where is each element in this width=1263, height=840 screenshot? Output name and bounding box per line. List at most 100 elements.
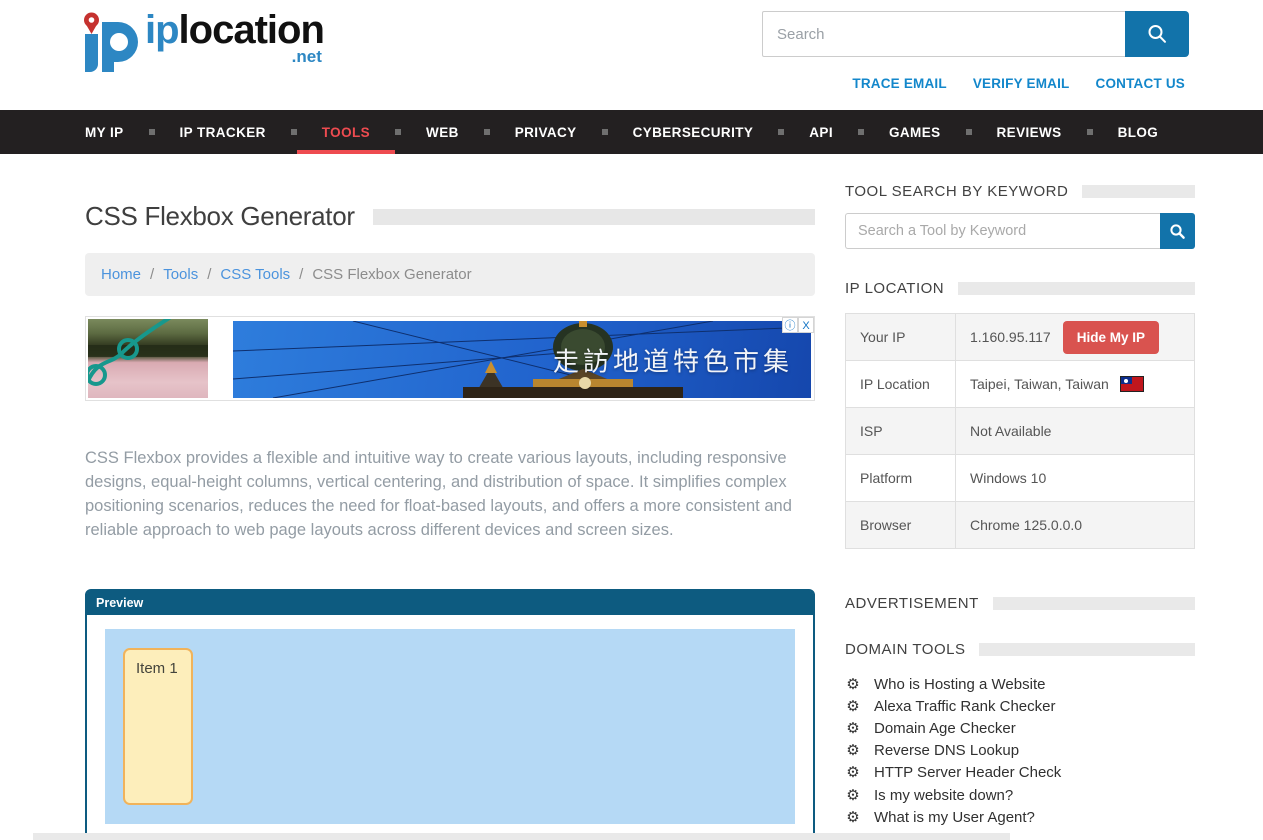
header-search-button[interactable] <box>1125 11 1189 57</box>
nav-item-privacy[interactable]: PRIVACY <box>490 110 602 154</box>
contact-us-link[interactable]: CONTACT US <box>1096 76 1186 91</box>
gear-icon: ⚙ <box>845 810 861 825</box>
main-content: CSS Flexbox Generator Home / Tools / CSS… <box>85 155 815 839</box>
header-search-input[interactable] <box>762 11 1125 57</box>
taiwan-flag-icon <box>1121 377 1143 391</box>
heading-decoration-bar <box>958 282 1195 295</box>
table-row: Platform Windows 10 <box>846 455 1195 502</box>
ad-headline: 走訪地道特色市集 <box>553 341 793 378</box>
table-row: Your IP 1.160.95.117 Hide My IP <box>846 314 1195 361</box>
gear-icon: ⚙ <box>845 677 861 692</box>
gear-icon: ⚙ <box>845 721 861 736</box>
trace-email-link[interactable]: TRACE EMAIL <box>852 76 946 91</box>
gear-icon: ⚙ <box>845 788 861 803</box>
page-title: CSS Flexbox Generator <box>85 201 355 232</box>
domain-tools-heading: DOMAIN TOOLS <box>845 641 1195 658</box>
tool-search-button[interactable] <box>1160 213 1195 249</box>
heading-decoration-bar <box>993 597 1195 610</box>
nav-item-reviews[interactable]: REVIEWS <box>972 110 1087 154</box>
your-ip-value: 1.160.95.117 <box>970 329 1051 345</box>
breadcrumb-current: CSS Flexbox Generator <box>312 266 471 283</box>
isp-value: Not Available <box>956 408 1195 455</box>
domain-tool-link-user-agent[interactable]: What is my User Agent? <box>874 809 1035 826</box>
hide-my-ip-button[interactable]: Hide My IP <box>1063 321 1159 354</box>
ip-location-heading: IP LOCATION <box>845 280 1195 297</box>
search-icon <box>1146 23 1168 45</box>
ad-close-icon[interactable]: X <box>798 317 814 333</box>
tool-search-heading: TOOL SEARCH BY KEYWORD <box>845 183 1195 200</box>
logo-word-ip: ip <box>145 8 179 52</box>
domain-tool-link-reverse-dns[interactable]: Reverse DNS Lookup <box>874 742 1019 759</box>
main-nav: MY IP IP TRACKER TOOLS WEB PRIVACY CYBER… <box>0 110 1263 154</box>
breadcrumb-css-tools[interactable]: CSS Tools <box>220 266 290 283</box>
site-header: iplocation .net TRACE EMAIL VERIFY EMAIL… <box>0 0 1263 110</box>
breadcrumb-home[interactable]: Home <box>101 266 141 283</box>
ip-row-label: Platform <box>846 455 956 502</box>
domain-tool-link-domain-age[interactable]: Domain Age Checker <box>874 720 1016 737</box>
table-row: ISP Not Available <box>846 408 1195 455</box>
breadcrumb-tools[interactable]: Tools <box>163 266 198 283</box>
title-decoration-bar <box>373 209 815 225</box>
ad-main-image[interactable]: 走訪地道特色市集 <box>233 321 811 398</box>
domain-tool-link-hosting[interactable]: Who is Hosting a Website <box>874 676 1045 693</box>
list-item: ⚙ Domain Age Checker <box>845 717 1195 739</box>
nav-item-cybersecurity[interactable]: CYBERSECURITY <box>608 110 779 154</box>
ip-row-label: IP Location <box>846 361 956 408</box>
domain-tools-list: ⚙ Who is Hosting a Website ⚙ Alexa Traff… <box>845 673 1195 828</box>
preview-panel: Preview Item 1 <box>85 589 815 839</box>
verify-email-link[interactable]: VERIFY EMAIL <box>973 76 1070 91</box>
ad-left-image[interactable] <box>88 319 208 398</box>
logo-ip-pin-icon <box>75 10 139 76</box>
tool-description: CSS Flexbox provides a flexible and intu… <box>85 446 797 542</box>
page-bottom-strip <box>33 833 1010 840</box>
nav-item-my-ip[interactable]: MY IP <box>60 110 149 154</box>
list-item: ⚙ Is my website down? <box>845 784 1195 806</box>
preview-panel-header: Preview <box>87 591 813 615</box>
ad-badges: ⓘ X <box>782 317 814 333</box>
list-item: ⚙ Reverse DNS Lookup <box>845 740 1195 762</box>
preview-panel-body: Item 1 <box>87 615 813 837</box>
flexbox-preview-item-1: Item 1 <box>123 648 193 805</box>
gear-icon: ⚙ <box>845 743 861 758</box>
ip-row-label: ISP <box>846 408 956 455</box>
ip-location-table: Your IP 1.160.95.117 Hide My IP IP Locat… <box>845 313 1195 549</box>
logo-wordmark: iplocation .net <box>145 10 324 65</box>
advertisement-heading: ADVERTISEMENT <box>845 595 1195 612</box>
breadcrumb: Home / Tools / CSS Tools / CSS Flexbox G… <box>85 253 815 296</box>
breadcrumb-separator: / <box>207 266 211 283</box>
ad-info-icon[interactable]: ⓘ <box>782 317 798 333</box>
heading-decoration-bar <box>979 643 1195 656</box>
ad-banner[interactable]: 走訪地道特色市集 ⓘ X <box>85 316 815 401</box>
nav-item-web[interactable]: WEB <box>401 110 484 154</box>
domain-tool-link-http-header[interactable]: HTTP Server Header Check <box>874 764 1061 781</box>
nav-item-ip-tracker[interactable]: IP TRACKER <box>155 110 291 154</box>
heading-decoration-bar <box>1082 185 1195 198</box>
domain-tool-link-website-down[interactable]: Is my website down? <box>874 787 1013 804</box>
flexbox-preview-container: Item 1 <box>105 629 795 824</box>
nav-item-api[interactable]: API <box>784 110 858 154</box>
breadcrumb-separator: / <box>150 266 154 283</box>
platform-value: Windows 10 <box>956 455 1195 502</box>
site-logo[interactable]: iplocation .net <box>75 10 324 76</box>
nav-item-blog[interactable]: BLOG <box>1093 110 1184 154</box>
table-row: IP Location Taipei, Taiwan, Taiwan <box>846 361 1195 408</box>
tool-search-input[interactable] <box>845 213 1160 249</box>
gear-icon: ⚙ <box>845 765 861 780</box>
breadcrumb-separator: / <box>299 266 303 283</box>
list-item: ⚙ What is my User Agent? <box>845 806 1195 828</box>
page: iplocation .net TRACE EMAIL VERIFY EMAIL… <box>0 0 1263 840</box>
gear-icon: ⚙ <box>845 699 861 714</box>
ip-location-value: Taipei, Taiwan, Taiwan <box>970 376 1109 392</box>
browser-value: Chrome 125.0.0.0 <box>956 502 1195 549</box>
domain-tool-link-alexa[interactable]: Alexa Traffic Rank Checker <box>874 698 1055 715</box>
ip-row-label: Browser <box>846 502 956 549</box>
tool-search <box>845 213 1195 249</box>
sidebar: TOOL SEARCH BY KEYWORD IP LOCATION Y <box>845 155 1195 828</box>
logo-word-location: location <box>179 8 324 52</box>
header-links: TRACE EMAIL VERIFY EMAIL CONTACT US <box>852 76 1185 91</box>
preview-title: Preview <box>96 596 143 610</box>
nav-item-games[interactable]: GAMES <box>864 110 966 154</box>
nav-item-tools[interactable]: TOOLS <box>297 110 395 154</box>
table-row: Browser Chrome 125.0.0.0 <box>846 502 1195 549</box>
header-search <box>762 11 1189 57</box>
